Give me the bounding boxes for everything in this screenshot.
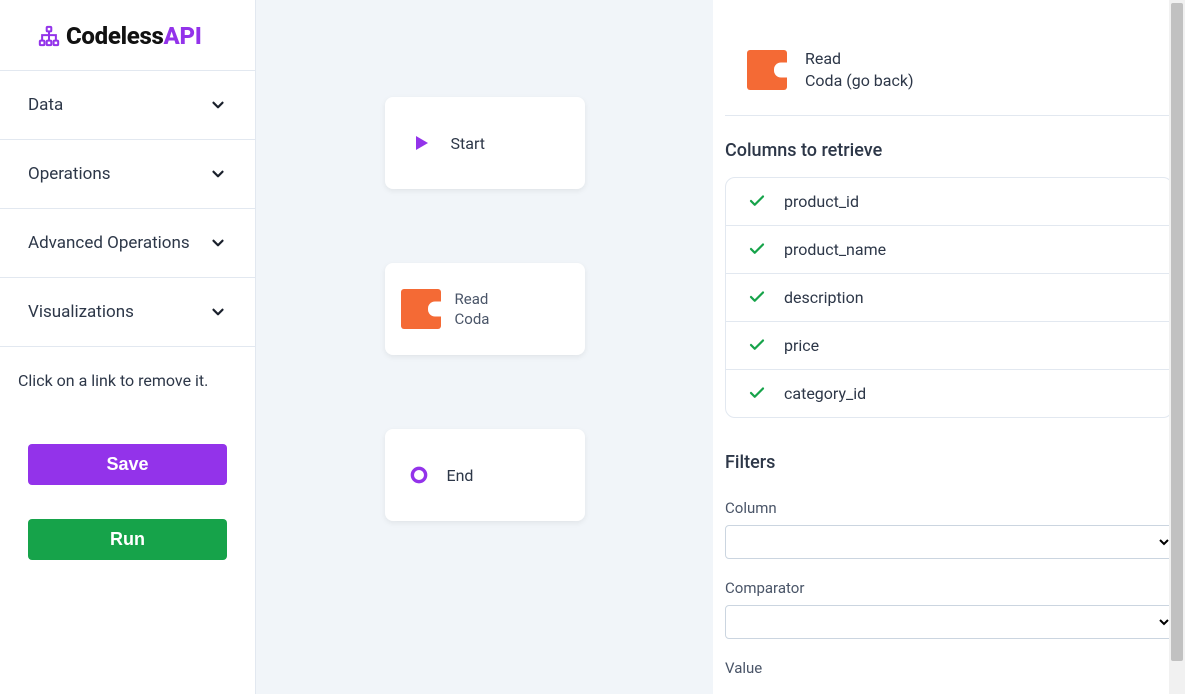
- column-label: category_id: [784, 384, 866, 403]
- filters-section-title: Filters: [725, 418, 1173, 489]
- coda-icon: [401, 289, 441, 329]
- node-start[interactable]: Start: [385, 97, 585, 189]
- column-label: description: [784, 288, 864, 307]
- sidebar-item-advanced-operations[interactable]: Advanced Operations: [0, 209, 255, 278]
- column-item-product-name[interactable]: product_name: [726, 226, 1172, 274]
- play-icon: [409, 131, 433, 155]
- node-read-coda[interactable]: Read Coda: [385, 263, 585, 355]
- column-label: product_id: [784, 192, 859, 211]
- column-item-category-id[interactable]: category_id: [726, 370, 1172, 417]
- chevron-down-icon: [209, 303, 227, 321]
- coda-icon: [747, 50, 787, 90]
- column-item-description[interactable]: description: [726, 274, 1172, 322]
- sidebar-hint: Click on a link to remove it.: [0, 347, 255, 414]
- check-icon: [748, 384, 766, 402]
- sitemap-icon: [38, 25, 60, 47]
- check-icon: [748, 192, 766, 210]
- column-item-product-id[interactable]: product_id: [726, 178, 1172, 226]
- check-icon: [748, 288, 766, 306]
- column-item-price[interactable]: price: [726, 322, 1172, 370]
- sidebar-item-label: Operations: [28, 164, 111, 184]
- sidebar-item-visualizations[interactable]: Visualizations: [0, 278, 255, 347]
- scrollbar-thumb[interactable]: [1171, 3, 1183, 661]
- node-label: Read Coda: [455, 289, 490, 330]
- sidebar-item-label: Advanced Operations: [28, 233, 190, 253]
- node-end[interactable]: End: [385, 429, 585, 521]
- sidebar: CodelessAPI Data Operations Advanced Ope…: [0, 0, 256, 694]
- circle-icon: [409, 465, 429, 485]
- save-button[interactable]: Save: [28, 444, 227, 485]
- node-label: Start: [451, 134, 485, 153]
- logo[interactable]: CodelessAPI: [0, 0, 255, 71]
- filter-column-select[interactable]: [725, 525, 1173, 559]
- filter-comparator-label: Comparator: [725, 559, 1173, 605]
- sidebar-item-label: Visualizations: [28, 302, 134, 322]
- detail-title-line1: Read: [805, 48, 914, 70]
- detail-panel: Read Coda (go back) Columns to retrieve …: [713, 0, 1185, 694]
- detail-title-line2: Coda: [805, 71, 846, 90]
- sidebar-item-label: Data: [28, 95, 63, 115]
- sidebar-item-data[interactable]: Data: [0, 71, 255, 140]
- chevron-down-icon: [209, 96, 227, 114]
- logo-text: CodelessAPI: [66, 22, 202, 50]
- check-icon: [748, 240, 766, 258]
- columns-list: product_id product_name description pric…: [725, 177, 1173, 418]
- chevron-down-icon: [209, 165, 227, 183]
- column-label: product_name: [784, 240, 886, 259]
- detail-header: Read Coda (go back): [725, 48, 1173, 116]
- column-label: price: [784, 336, 819, 355]
- node-label: End: [447, 466, 474, 485]
- run-button[interactable]: Run: [28, 519, 227, 560]
- filter-comparator-select[interactable]: [725, 605, 1173, 639]
- chevron-down-icon: [209, 234, 227, 252]
- sidebar-item-operations[interactable]: Operations: [0, 140, 255, 209]
- check-icon: [748, 336, 766, 354]
- go-back-link[interactable]: (go back): [846, 71, 913, 90]
- filter-value-label: Value: [725, 639, 1173, 685]
- flow-canvas[interactable]: Start Read Coda End: [256, 0, 713, 694]
- scrollbar[interactable]: [1169, 0, 1185, 694]
- columns-section-title: Columns to retrieve: [725, 116, 1173, 177]
- filter-column-label: Column: [725, 489, 1173, 525]
